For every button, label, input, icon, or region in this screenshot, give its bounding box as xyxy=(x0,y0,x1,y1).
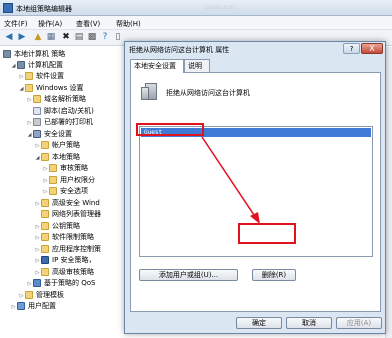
tab-local-security[interactable]: 本地安全设置 xyxy=(130,59,184,73)
arrow-line xyxy=(201,136,257,219)
arrow-head xyxy=(250,212,260,224)
annotation-arrow xyxy=(201,136,260,224)
